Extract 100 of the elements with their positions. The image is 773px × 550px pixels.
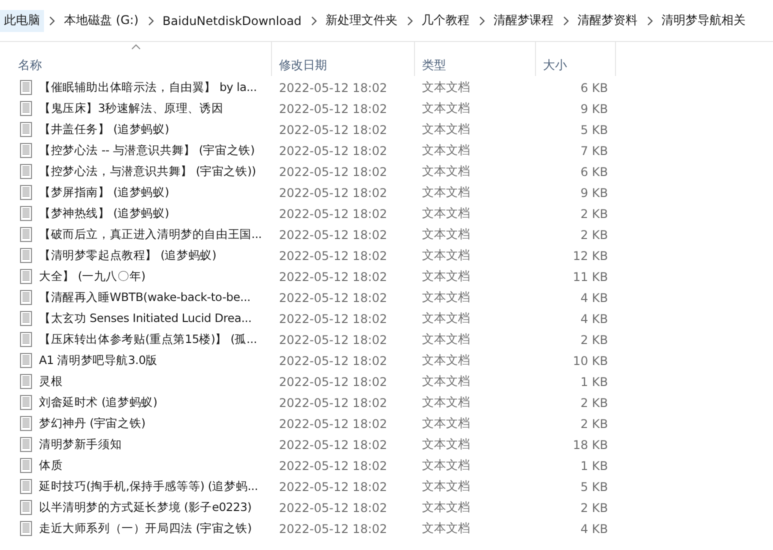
file-name[interactable]: 【梦屏指南】 (追梦蚂蚁) — [39, 185, 170, 200]
text-file-icon — [20, 437, 32, 452]
text-file-icon — [20, 458, 32, 473]
file-name[interactable]: 【井盖任务】 (追梦蚂蚁) — [39, 122, 170, 137]
modified-date: 2022-05-12 18:02 — [278, 332, 388, 346]
file-name[interactable]: 【梦神热线】 (追梦蚂蚁) — [39, 206, 170, 221]
breadcrumb-item[interactable]: 清醒梦资料 — [574, 10, 642, 32]
file-size: 11 KB — [572, 270, 608, 284]
column-header[interactable]: 大小 — [536, 42, 616, 76]
file-name[interactable]: 灵根 — [39, 374, 63, 389]
file-type: 文本文档 — [421, 457, 471, 474]
file-name[interactable]: 【鬼压床】3秒速解法、原理、诱因 — [39, 101, 224, 116]
text-file-icon — [20, 374, 32, 389]
file-name[interactable]: A1 清明梦吧导航3.0版 — [39, 353, 158, 368]
modified-date: 2022-05-12 18:02 — [278, 458, 388, 472]
modified-date: 2022-05-12 18:02 — [278, 438, 388, 452]
modified-date: 2022-05-12 18:02 — [278, 164, 388, 178]
modified-date: 2022-05-12 18:02 — [278, 500, 388, 514]
file-type: 文本文档 — [421, 331, 471, 348]
text-file-icon — [20, 101, 32, 116]
modified-date: 2022-05-12 18:02 — [278, 80, 388, 94]
file-name[interactable]: 体质 — [39, 458, 63, 473]
modified-date: 2022-05-12 18:02 — [278, 144, 388, 158]
file-name[interactable]: 【控梦心法 -- 与潜意识共舞】 (宇宙之铁) — [39, 143, 255, 158]
file-name[interactable]: 【破而后立，真正进入清明梦的自由王国... — [39, 227, 262, 242]
chevron-icon — [562, 16, 570, 26]
file-type: 文本文档 — [421, 163, 471, 180]
text-file-icon — [20, 143, 32, 158]
column-header[interactable]: 修改日期 — [272, 42, 415, 76]
file-name[interactable]: 大全】 (一九八〇年) — [39, 269, 146, 284]
modified-date: 2022-05-12 18:02 — [278, 396, 388, 410]
breadcrumb-item[interactable]: 本地磁盘 (G:) — [60, 10, 143, 32]
modified-date: 2022-05-12 18:02 — [278, 206, 388, 220]
file-name[interactable]: 走近大师系列（一）开局四法 (宇宙之铁) — [39, 521, 252, 536]
chevron-icon — [478, 16, 486, 26]
breadcrumb-item[interactable]: BaiduNetdiskDownload — [158, 10, 306, 32]
file-type: 文本文档 — [421, 520, 471, 537]
chevron-icon — [48, 16, 56, 26]
text-file-icon — [20, 311, 32, 326]
chevron-icon — [310, 16, 318, 26]
text-file-icon — [20, 500, 32, 515]
file-name[interactable]: 【清醒再入睡WBTB(wake-back-to-be... — [39, 290, 251, 305]
file-type: 文本文档 — [421, 310, 471, 327]
modified-date: 2022-05-12 18:02 — [278, 122, 388, 136]
text-file-icon — [20, 353, 32, 368]
file-name[interactable]: 【清明梦零起点教程】 (追梦蚂蚁) — [39, 248, 216, 263]
modified-date: 2022-05-12 18:02 — [278, 522, 388, 536]
file-size: 2 KB — [579, 500, 608, 514]
file-size: 2 KB — [579, 396, 608, 410]
file-size: 18 KB — [572, 438, 608, 452]
file-type: 文本文档 — [421, 499, 471, 516]
file-size: 5 KB — [579, 122, 608, 136]
modified-date: 2022-05-12 18:02 — [278, 354, 388, 368]
chevron-icon — [146, 16, 155, 26]
file-size: 10 KB — [572, 354, 608, 368]
file-size: 6 KB — [579, 164, 608, 178]
file-size: 2 KB — [579, 228, 608, 242]
text-file-icon — [20, 395, 32, 410]
file-name[interactable]: 【压床转出体参考贴(重点第15楼)】 (孤... — [39, 332, 257, 347]
chevron-icon — [406, 16, 414, 26]
file-name[interactable]: 梦幻神丹 (宇宙之铁) — [39, 416, 146, 431]
file-size: 9 KB — [579, 186, 608, 200]
breadcrumb-item[interactable]: 清醒梦课程 — [490, 10, 558, 32]
column-header[interactable]: 名称 — [0, 42, 272, 76]
file-type: 文本文档 — [421, 142, 471, 159]
modified-date: 2022-05-12 18:02 — [278, 102, 388, 116]
file-name[interactable]: 延时技巧(掏手机,保持手感等等) (追梦蚂... — [39, 479, 258, 494]
file-size: 4 KB — [579, 312, 608, 326]
chevron-icon — [646, 16, 654, 26]
file-size: 6 KB — [579, 80, 608, 94]
modified-date: 2022-05-12 18:02 — [278, 290, 388, 304]
file-size: 2 KB — [579, 416, 608, 430]
modified-date: 2022-05-12 18:02 — [278, 480, 388, 494]
file-size: 1 KB — [579, 458, 608, 472]
file-size: 4 KB — [579, 290, 608, 304]
file-name[interactable]: 刘畲延时术 (追梦蚂蚁) — [39, 395, 158, 410]
file-size: 2 KB — [579, 332, 608, 346]
file-type: 文本文档 — [421, 268, 471, 285]
text-file-icon — [20, 479, 32, 494]
file-type: 文本文档 — [421, 184, 471, 201]
breadcrumb-item[interactable]: 清明梦导航相关 — [658, 10, 750, 32]
modified-date: 2022-05-12 18:02 — [278, 270, 388, 284]
file-type: 文本文档 — [421, 121, 471, 138]
file-type: 文本文档 — [421, 415, 471, 432]
file-name[interactable]: 【控梦心法，与潜意识共舞】 (宇宙之铁)) — [39, 164, 256, 179]
file-size: 7 KB — [579, 144, 608, 158]
file-type: 文本文档 — [421, 436, 471, 453]
file-name[interactable]: 清明梦新手须知 — [39, 437, 122, 452]
file-name[interactable]: 【太玄功 Senses Initiated Lucid Drea... — [39, 311, 252, 326]
file-name[interactable]: 以半清明梦的方式延长梦境 (影子e0223) — [39, 500, 252, 515]
breadcrumb-item[interactable]: 新处理文件夹 — [322, 10, 402, 32]
breadcrumb-item[interactable]: 此电脑 — [0, 10, 44, 32]
file-name[interactable]: 【催眠辅助出体暗示法，自由翼】 by la... — [39, 80, 257, 95]
file-type: 文本文档 — [421, 226, 471, 243]
text-file-icon — [20, 185, 32, 200]
column-header[interactable]: 类型 — [415, 42, 536, 76]
breadcrumb-item[interactable]: 几个教程 — [418, 10, 474, 32]
file-type: 文本文档 — [421, 79, 471, 96]
text-file-icon — [20, 269, 32, 284]
text-file-icon — [20, 227, 32, 242]
